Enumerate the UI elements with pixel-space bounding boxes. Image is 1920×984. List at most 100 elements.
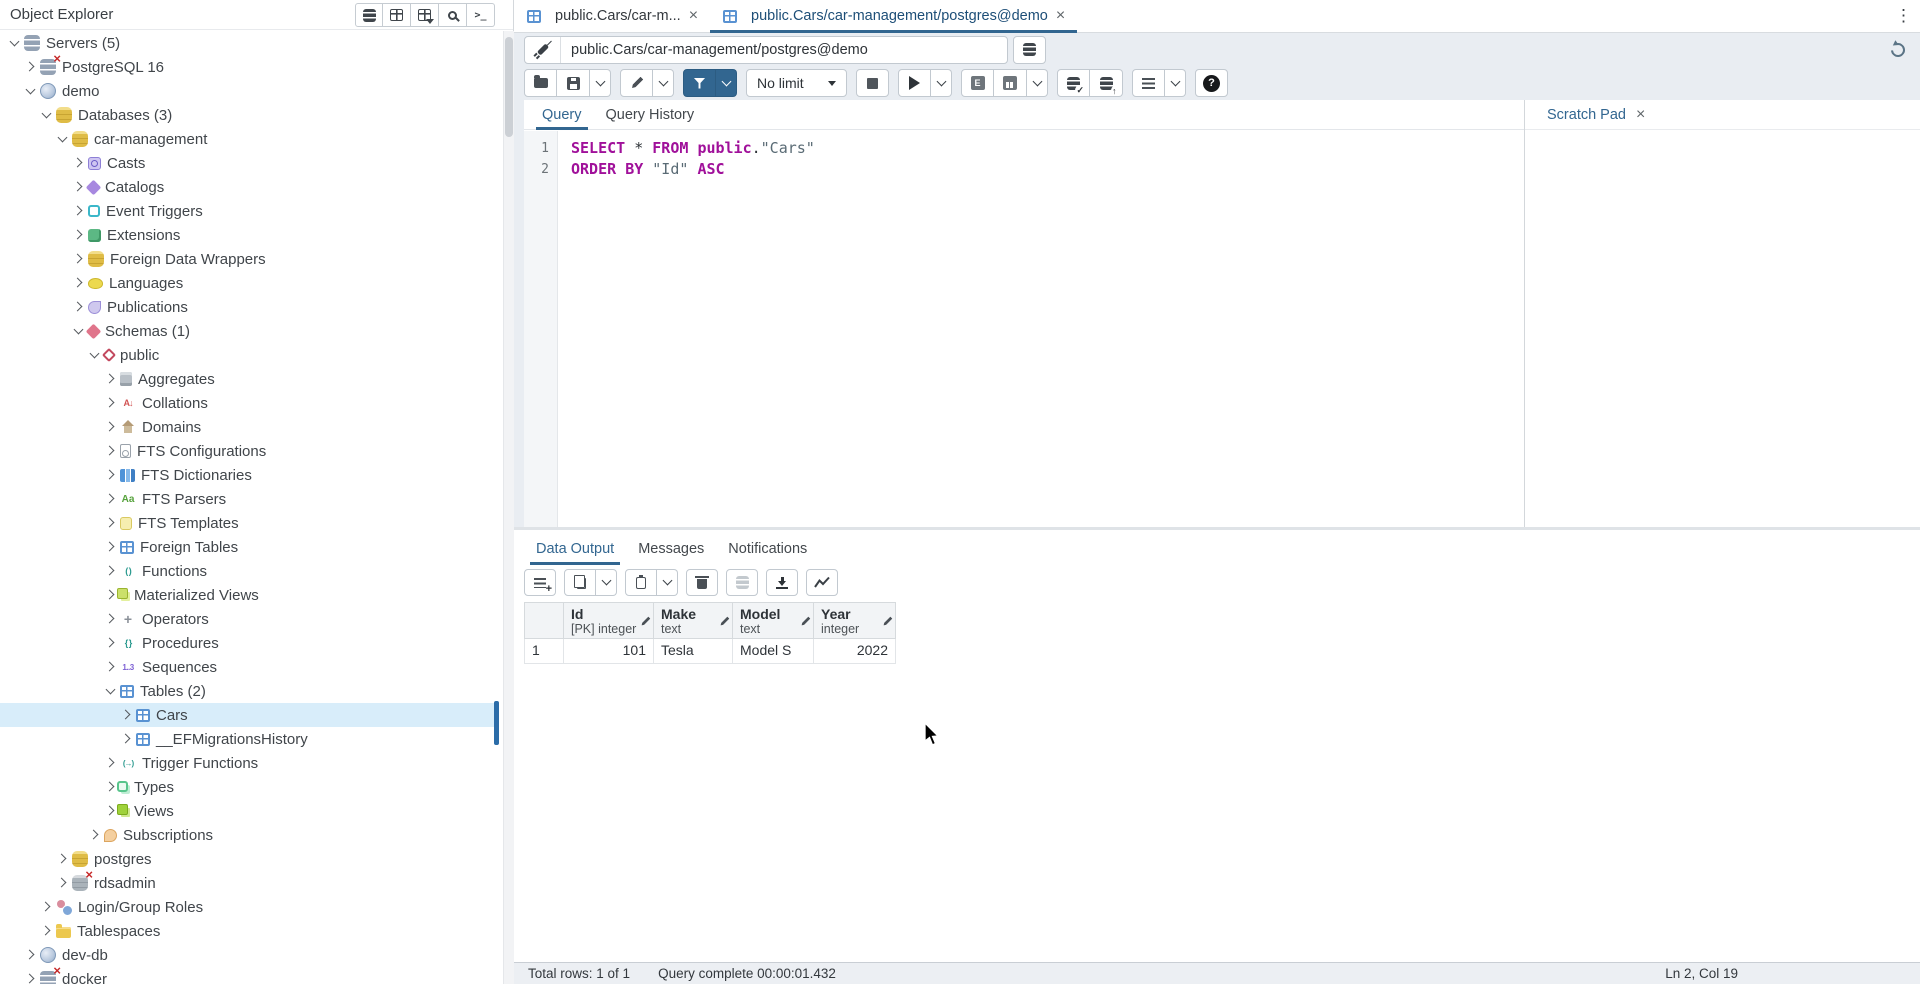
scratch-pad-close-icon[interactable]: × [1636, 106, 1645, 124]
tab-public-cars-car-m[interactable]: public.Cars/car-m...× [514, 0, 710, 32]
tree-item-sequences[interactable]: Sequences [0, 655, 494, 679]
chevron-right-icon[interactable] [56, 877, 68, 889]
tree-item-rdsadmin[interactable]: rdsadmin [0, 871, 494, 895]
editor-tab-query-history[interactable]: Query History [594, 100, 707, 129]
tab-public-cars-car-management-postgres-demo[interactable]: public.Cars/car-management/postgres@demo… [710, 0, 1077, 32]
chevron-right-icon[interactable] [24, 949, 36, 961]
chevron-right-icon[interactable] [24, 61, 36, 73]
chevron-right-icon[interactable] [72, 157, 84, 169]
dropdown-caret-button[interactable] [596, 569, 617, 596]
chevron-down-icon[interactable] [24, 85, 36, 97]
tree-item-demo[interactable]: demo [0, 79, 494, 103]
chevron-right-icon[interactable] [24, 973, 36, 984]
tree-item-languages[interactable]: Languages [0, 271, 494, 295]
chevron-right-icon[interactable] [40, 901, 52, 913]
chevron-right-icon[interactable] [40, 925, 52, 937]
new-connection-button[interactable] [1013, 36, 1046, 64]
open-file-button[interactable] [524, 69, 557, 97]
tree-item-trigger-functions[interactable]: Trigger Functions [0, 751, 494, 775]
tree-item-operators[interactable]: Operators [0, 607, 494, 631]
chevron-right-icon[interactable] [104, 613, 116, 625]
chevron-right-icon[interactable] [104, 661, 116, 673]
object-tree[interactable]: Servers (5)PostgreSQL 16demoDatabases (3… [0, 31, 494, 984]
chevron-right-icon[interactable] [72, 301, 84, 313]
tree-item-extensions[interactable]: Extensions [0, 223, 494, 247]
column-header-year[interactable]: Yearinteger [814, 602, 896, 639]
chart-button[interactable] [806, 569, 838, 596]
tree-item-collations[interactable]: Collations [0, 391, 494, 415]
tree-item-postgres[interactable]: postgres [0, 847, 494, 871]
tree-item-servers-5[interactable]: Servers (5) [0, 31, 494, 55]
chevron-right-icon[interactable] [104, 805, 116, 817]
tree-item-aggregates[interactable]: Aggregates [0, 367, 494, 391]
tree-item-types[interactable]: Types [0, 775, 494, 799]
tree-item-procedures[interactable]: Procedures [0, 631, 494, 655]
output-tab-messages[interactable]: Messages [626, 534, 716, 564]
chevron-right-icon[interactable] [104, 517, 116, 529]
tree-item-publications[interactable]: Publications [0, 295, 494, 319]
tree-item-subscriptions[interactable]: Subscriptions [0, 823, 494, 847]
tree-item-login-group-roles[interactable]: Login/Group Roles [0, 895, 494, 919]
tree-item-casts[interactable]: Casts [0, 151, 494, 175]
explain-analyze-button[interactable] [994, 69, 1027, 97]
tree-item-fts-parsers[interactable]: FTS Parsers [0, 487, 494, 511]
tree-item-efmigrationshistory[interactable]: __EFMigrationsHistory [0, 727, 494, 751]
column-header-model[interactable]: Modeltext [733, 602, 814, 639]
tree-item-schemas-1[interactable]: Schemas (1) [0, 319, 494, 343]
dropdown-caret-button[interactable] [931, 69, 952, 97]
sidebar-toolbar-button[interactable] [439, 3, 467, 27]
tree-item-functions[interactable]: Functions [0, 559, 494, 583]
dropdown-caret-button[interactable] [1165, 69, 1186, 97]
chevron-right-icon[interactable] [104, 565, 116, 577]
grid-cell-year[interactable]: 2022 [814, 639, 896, 664]
chevron-down-icon[interactable] [104, 685, 116, 697]
chevron-right-icon[interactable] [104, 637, 116, 649]
chevron-right-icon[interactable] [120, 733, 132, 745]
chevron-right-icon[interactable] [72, 181, 84, 193]
chevron-right-icon[interactable] [104, 781, 116, 793]
tree-item-event-triggers[interactable]: Event Triggers [0, 199, 494, 223]
chevron-down-icon[interactable] [40, 109, 52, 121]
commit-button[interactable] [1057, 69, 1090, 97]
chevron-right-icon[interactable] [104, 541, 116, 553]
code-area[interactable]: 12 SELECT * FROM public."Cars"ORDER BY "… [524, 131, 1524, 527]
tree-item-databases-3[interactable]: Databases (3) [0, 103, 494, 127]
stop-button[interactable] [856, 69, 889, 97]
tab-close-icon[interactable]: × [1056, 8, 1065, 24]
tree-item-tables-2[interactable]: Tables (2) [0, 679, 494, 703]
column-header-id[interactable]: Id[PK] integer [564, 602, 654, 639]
help-button[interactable] [1195, 69, 1228, 97]
dropdown-caret-button[interactable] [657, 569, 678, 596]
editor-tab-query[interactable]: Query [530, 100, 594, 129]
tree-item-foreign-tables[interactable]: Foreign Tables [0, 535, 494, 559]
tree-item-views[interactable]: Views [0, 799, 494, 823]
sidebar-toolbar-button[interactable] [383, 3, 411, 27]
tree-item-dev-db[interactable]: dev-db [0, 943, 494, 967]
filter-button[interactable] [683, 69, 716, 97]
chevron-right-icon[interactable] [72, 229, 84, 241]
sidebar-scrollbar-thumb[interactable] [505, 37, 513, 137]
tree-item-car-management[interactable]: car-management [0, 127, 494, 151]
chevron-right-icon[interactable] [104, 757, 116, 769]
output-tab-data-output[interactable]: Data Output [524, 534, 626, 564]
execute-button[interactable] [898, 69, 931, 97]
dropdown-caret-button[interactable] [590, 69, 611, 97]
tab-close-icon[interactable]: × [689, 8, 698, 24]
row-limit-select[interactable]: No limit [746, 69, 847, 97]
chevron-down-icon[interactable] [8, 37, 20, 49]
tree-item-postgresql-16[interactable]: PostgreSQL 16 [0, 55, 494, 79]
sidebar-toolbar-button[interactable] [411, 3, 439, 27]
save-file-button[interactable] [557, 69, 590, 97]
copy-button[interactable] [564, 569, 596, 596]
paste-button[interactable] [625, 569, 657, 596]
chevron-right-icon[interactable] [72, 277, 84, 289]
tree-item-catalogs[interactable]: Catalogs [0, 175, 494, 199]
tree-item-fts-dictionaries[interactable]: FTS Dictionaries [0, 463, 494, 487]
add-row-button[interactable] [524, 569, 556, 596]
tree-item-fts-configurations[interactable]: FTS Configurations [0, 439, 494, 463]
sidebar-toolbar-button[interactable] [355, 3, 383, 27]
edit-button[interactable] [620, 69, 653, 97]
sql-code[interactable]: SELECT * FROM public."Cars"ORDER BY "Id"… [558, 131, 815, 527]
dropdown-caret-button[interactable] [1027, 69, 1048, 97]
chevron-right-icon[interactable] [104, 373, 116, 385]
